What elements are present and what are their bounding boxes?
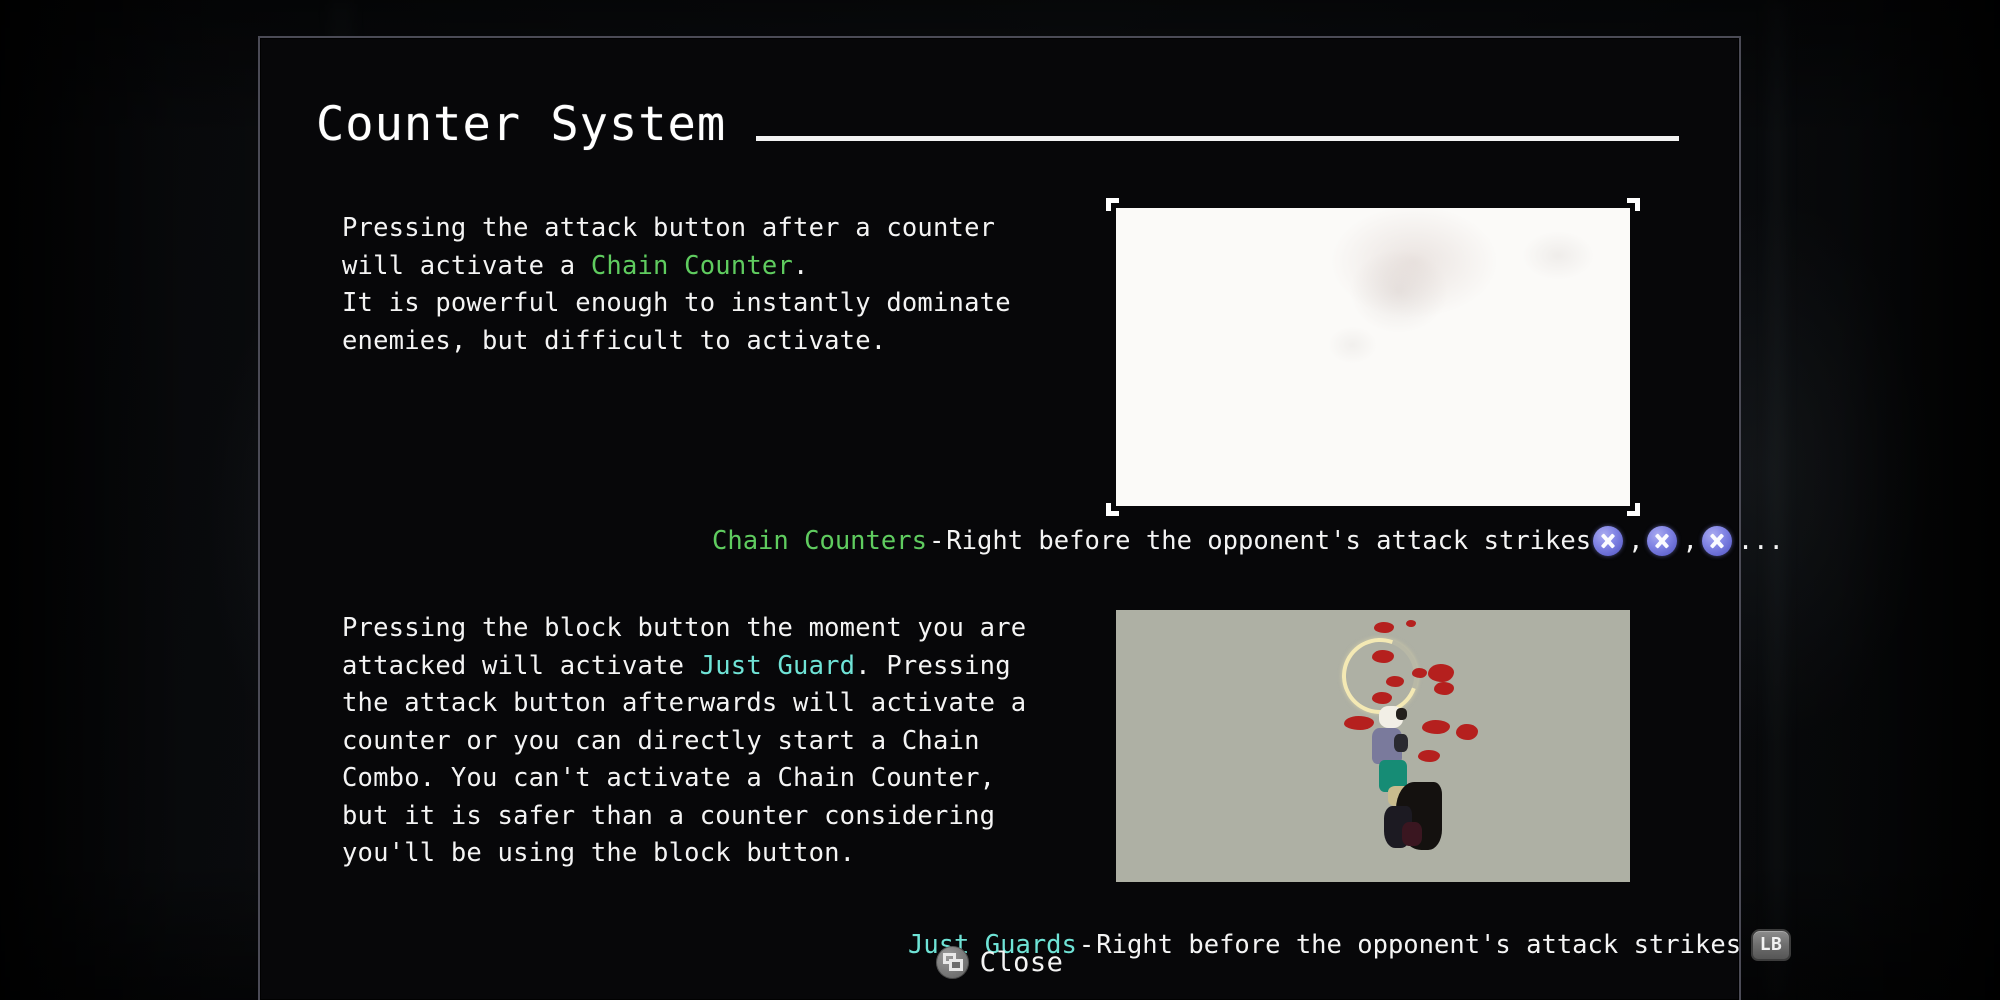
character-arm — [1394, 734, 1408, 752]
overlapping-squares-icon — [935, 946, 969, 979]
counter-system-dialog: Counter System Pressing the attack butto… — [258, 36, 1792, 1000]
xbox-x-button-icon — [1701, 526, 1732, 556]
blood-splatter — [1386, 676, 1404, 687]
caption-button-separator: , — [1628, 526, 1644, 556]
just-guard-video-panel[interactable] — [1116, 610, 1630, 882]
chain-counter-caption-keyword: Chain Counters — [712, 526, 927, 556]
blood-splatter — [1422, 720, 1450, 734]
chain-counter-caption: Chain Counters - Right before the oppone… — [712, 526, 1784, 556]
blood-splatter — [1456, 724, 1478, 740]
title-underline-rule — [756, 136, 1679, 141]
background-streak — [1768, 0, 1786, 1000]
just-guard-description-suffix: . Pressing the attack button afterwards … — [342, 650, 1027, 869]
corner-bracket-icon — [1116, 879, 1119, 882]
chain-counter-video-panel[interactable] — [1106, 198, 1640, 516]
xbox-x-button-icon — [1647, 526, 1678, 556]
corner-bracket-icon — [1116, 610, 1119, 613]
caption-button-separator: , — [1682, 526, 1698, 556]
blood-splatter — [1344, 716, 1374, 730]
xbox-lb-button-icon: LB — [1751, 929, 1792, 961]
caption-separator: - — [928, 526, 945, 556]
corner-bracket-icon — [1627, 503, 1640, 516]
chain-counter-description: Pressing the attack button after a count… — [342, 210, 1072, 360]
corner-bracket-icon — [1627, 879, 1630, 882]
close-button-label: Close — [979, 947, 1064, 978]
just-guard-description: Pressing the block button the moment you… — [342, 610, 1102, 873]
blood-splatter — [1428, 664, 1454, 682]
blood-splatter — [1412, 668, 1427, 678]
enemy-detail — [1402, 822, 1422, 846]
xbox-x-button-icon — [1593, 526, 1624, 556]
corner-bracket-icon — [1627, 610, 1630, 613]
page-title: Counter System — [316, 97, 727, 152]
caption-trailing-ellipsis: ... — [1737, 526, 1784, 556]
blood-splatter — [1434, 682, 1454, 695]
just-guard-keyword: Just Guard — [699, 650, 856, 681]
blood-splatter — [1372, 650, 1394, 663]
dialog-header: Counter System — [316, 86, 1679, 148]
corner-bracket-icon — [1106, 503, 1119, 516]
blood-splatter — [1418, 750, 1440, 762]
character-hair — [1396, 708, 1407, 720]
blood-splatter — [1372, 692, 1392, 704]
corner-bracket-icon — [1627, 198, 1640, 211]
chain-counter-keyword: Chain Counter — [590, 250, 794, 281]
blood-splatter — [1406, 620, 1416, 627]
corner-bracket-icon — [1106, 198, 1119, 211]
chain-counter-caption-text: Right before the opponent's attack strik… — [946, 526, 1592, 556]
blood-splatter — [1374, 622, 1394, 633]
close-button[interactable]: Close — [260, 946, 1739, 979]
